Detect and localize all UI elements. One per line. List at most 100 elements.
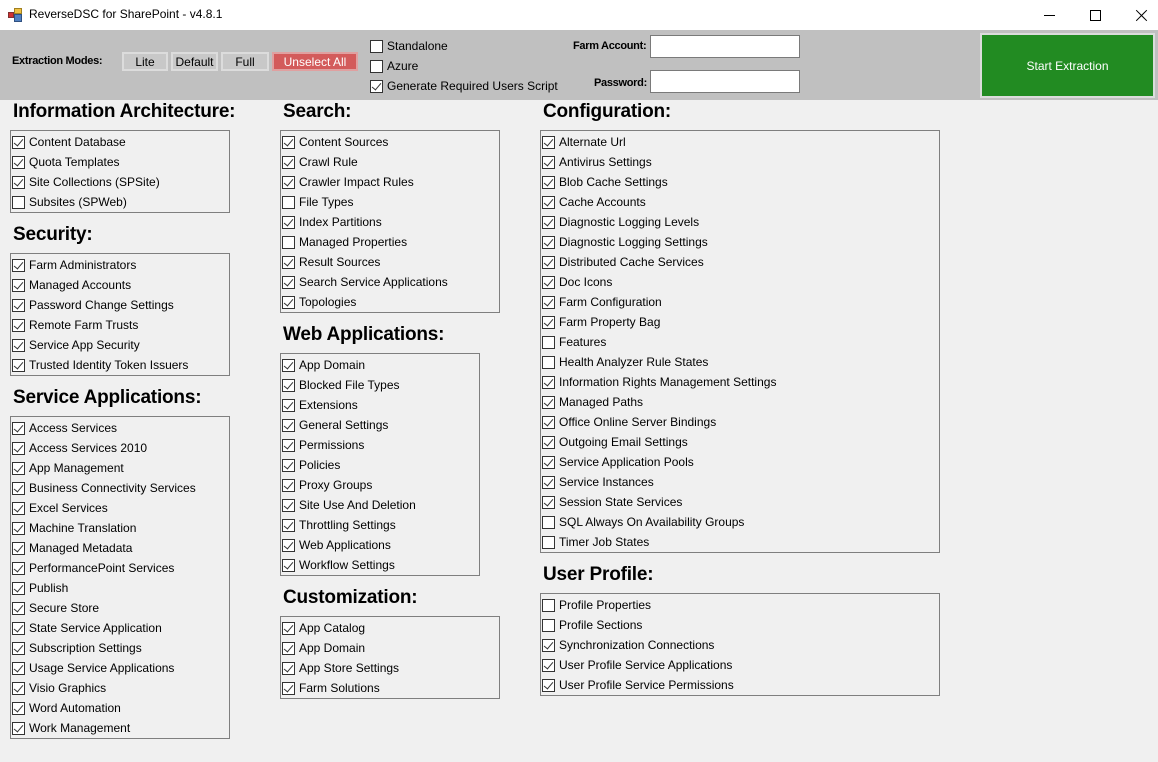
checkbox-checked[interactable]: [12, 421, 25, 435]
checkbox-unchecked[interactable]: [542, 618, 555, 632]
checkbox-checked[interactable]: [542, 435, 555, 449]
checkbox-item[interactable]: Workflow Settings: [281, 555, 479, 575]
checkbox-checked[interactable]: [12, 461, 25, 475]
checkbox-item[interactable]: Managed Accounts: [11, 275, 229, 295]
minimize-button[interactable]: [1026, 0, 1072, 30]
checkbox-checked[interactable]: [282, 175, 295, 189]
checkbox-item[interactable]: Synchronization Connections: [541, 635, 939, 655]
checkbox-item[interactable]: Publish: [11, 578, 229, 598]
checkbox-item[interactable]: Diagnostic Logging Levels: [541, 212, 939, 232]
checkbox-checked[interactable]: [282, 398, 295, 412]
checkbox-checked[interactable]: [12, 621, 25, 635]
checkbox-item[interactable]: Farm Solutions: [281, 678, 499, 698]
checkbox-item[interactable]: PerformancePoint Services: [11, 558, 229, 578]
azure-checkbox[interactable]: [370, 59, 383, 73]
checkbox-checked[interactable]: [12, 661, 25, 675]
checkbox-checked[interactable]: [542, 475, 555, 489]
checkbox-checked[interactable]: [542, 275, 555, 289]
checkbox-checked[interactable]: [282, 641, 295, 655]
checkbox-item[interactable]: Farm Property Bag: [541, 312, 939, 332]
checkbox-item[interactable]: App Catalog: [281, 618, 499, 638]
checkbox-item[interactable]: Farm Administrators: [11, 255, 229, 275]
checkbox-checked[interactable]: [12, 641, 25, 655]
checkbox-item[interactable]: Remote Farm Trusts: [11, 315, 229, 335]
checkbox-unchecked[interactable]: [542, 598, 555, 612]
maximize-button[interactable]: [1072, 0, 1118, 30]
checkbox-item[interactable]: Index Partitions: [281, 212, 499, 232]
checkbox-item[interactable]: Blocked File Types: [281, 375, 479, 395]
checkbox-item[interactable]: Subscription Settings: [11, 638, 229, 658]
checkbox-item[interactable]: SQL Always On Availability Groups: [541, 512, 939, 532]
checkbox-item[interactable]: Quota Templates: [11, 152, 229, 172]
checkbox-item[interactable]: Search Service Applications: [281, 272, 499, 292]
checkbox-item[interactable]: Access Services 2010: [11, 438, 229, 458]
checkbox-checked[interactable]: [282, 135, 295, 149]
checkbox-checked[interactable]: [282, 538, 295, 552]
checkbox-item[interactable]: Service Application Pools: [541, 452, 939, 472]
checkbox-item[interactable]: Service App Security: [11, 335, 229, 355]
checkbox-unchecked[interactable]: [542, 355, 555, 369]
checkbox-item[interactable]: Cache Accounts: [541, 192, 939, 212]
checkbox-checked[interactable]: [12, 318, 25, 332]
default-mode-button[interactable]: Default: [171, 52, 218, 71]
checkbox-item[interactable]: Permissions: [281, 435, 479, 455]
standalone-option[interactable]: Standalone: [370, 39, 448, 53]
checkbox-checked[interactable]: [282, 478, 295, 492]
checkbox-item[interactable]: Subsites (SPWeb): [11, 192, 229, 212]
checkbox-checked[interactable]: [282, 275, 295, 289]
checkbox-checked[interactable]: [542, 315, 555, 329]
checkbox-item[interactable]: Site Collections (SPSite): [11, 172, 229, 192]
checkbox-item[interactable]: Policies: [281, 455, 479, 475]
checkbox-item[interactable]: Features: [541, 332, 939, 352]
checkbox-checked[interactable]: [12, 561, 25, 575]
checkbox-checked[interactable]: [282, 255, 295, 269]
checkbox-checked[interactable]: [282, 518, 295, 532]
checkbox-checked[interactable]: [12, 278, 25, 292]
checkbox-checked[interactable]: [542, 175, 555, 189]
checkbox-checked[interactable]: [12, 701, 25, 715]
checkbox-checked[interactable]: [12, 135, 25, 149]
checkbox-item[interactable]: Health Analyzer Rule States: [541, 352, 939, 372]
checkbox-checked[interactable]: [282, 458, 295, 472]
checkbox-item[interactable]: Trusted Identity Token Issuers: [11, 355, 229, 375]
checkbox-checked[interactable]: [282, 295, 295, 309]
checkbox-item[interactable]: Access Services: [11, 418, 229, 438]
checkbox-item[interactable]: Usage Service Applications: [11, 658, 229, 678]
checkbox-item[interactable]: Alternate Url: [541, 132, 939, 152]
checkbox-item[interactable]: Office Online Server Bindings: [541, 412, 939, 432]
checkbox-checked[interactable]: [12, 155, 25, 169]
checkbox-checked[interactable]: [12, 521, 25, 535]
checkbox-item[interactable]: Blob Cache Settings: [541, 172, 939, 192]
checkbox-item[interactable]: Web Applications: [281, 535, 479, 555]
checkbox-checked[interactable]: [542, 375, 555, 389]
checkbox-item[interactable]: State Service Application: [11, 618, 229, 638]
checkbox-item[interactable]: Proxy Groups: [281, 475, 479, 495]
checkbox-checked[interactable]: [542, 638, 555, 652]
checkbox-checked[interactable]: [12, 541, 25, 555]
checkbox-item[interactable]: App Management: [11, 458, 229, 478]
checkbox-checked[interactable]: [542, 155, 555, 169]
checkbox-item[interactable]: Throttling Settings: [281, 515, 479, 535]
checkbox-checked[interactable]: [542, 295, 555, 309]
checkbox-checked[interactable]: [282, 438, 295, 452]
checkbox-checked[interactable]: [12, 481, 25, 495]
checkbox-unchecked[interactable]: [282, 195, 295, 209]
checkbox-item[interactable]: Profile Sections: [541, 615, 939, 635]
checkbox-unchecked[interactable]: [542, 335, 555, 349]
checkbox-item[interactable]: Managed Metadata: [11, 538, 229, 558]
checkbox-checked[interactable]: [282, 155, 295, 169]
checkbox-item[interactable]: Diagnostic Logging Settings: [541, 232, 939, 252]
checkbox-checked[interactable]: [542, 495, 555, 509]
checkbox-item[interactable]: Profile Properties: [541, 595, 939, 615]
checkbox-item[interactable]: Information Rights Management Settings: [541, 372, 939, 392]
checkbox-item[interactable]: Visio Graphics: [11, 678, 229, 698]
checkbox-item[interactable]: Session State Services: [541, 492, 939, 512]
checkbox-item[interactable]: Timer Job States: [541, 532, 939, 552]
checkbox-item[interactable]: General Settings: [281, 415, 479, 435]
checkbox-item[interactable]: Service Instances: [541, 472, 939, 492]
checkbox-item[interactable]: App Domain: [281, 355, 479, 375]
checkbox-item[interactable]: Excel Services: [11, 498, 229, 518]
checkbox-checked[interactable]: [282, 215, 295, 229]
standalone-checkbox[interactable]: [370, 39, 383, 53]
password-input[interactable]: [650, 70, 800, 93]
